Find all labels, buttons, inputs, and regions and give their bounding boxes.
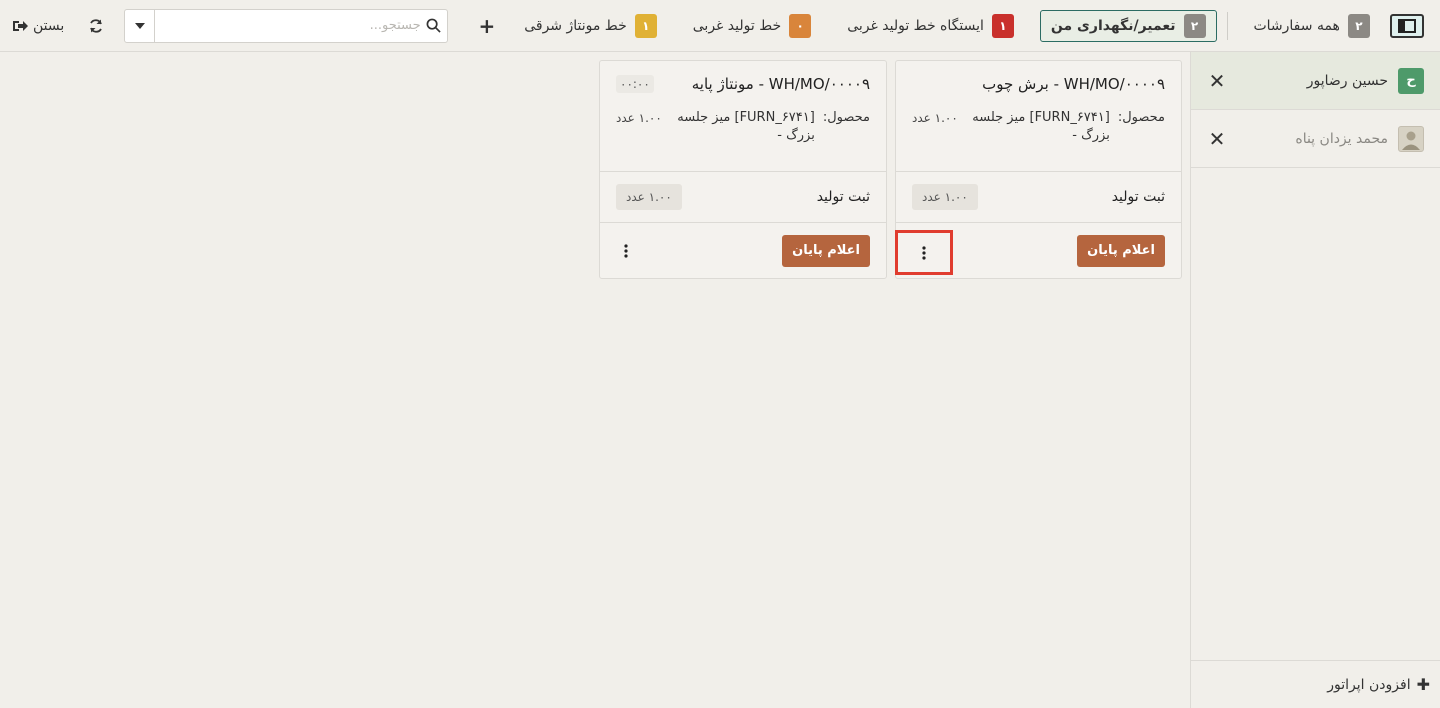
tab-label: ایستگاه خط تولید غربی xyxy=(847,17,984,34)
card-title: WH/MO/۰۰۰۰۹ - برش چوب xyxy=(982,75,1165,93)
step-row[interactable]: ثبت تولید ۱.۰۰ عدد xyxy=(600,172,886,223)
step-row[interactable]: ثبت تولید ۱.۰۰ عدد xyxy=(896,172,1181,223)
tab-badge: ۱ xyxy=(991,13,1014,38)
tab-label: خط تولید غربی xyxy=(692,17,782,34)
mark-done-button[interactable]: اعلام پایان xyxy=(782,234,870,267)
plus-icon: ✚ xyxy=(1416,675,1430,694)
card-menu-button[interactable] xyxy=(914,240,934,266)
product-name: [FURN_۶۷۴۱] میز جلسه بزرگ - xyxy=(972,110,1110,143)
step-label: ثبت تولید xyxy=(816,189,870,205)
operator-panel: ح حسین رضاپور ✕ محمد یزدان پناه ✕ ✚ افزو… xyxy=(1190,52,1440,708)
product-label: محصول: xyxy=(822,110,870,125)
tab-label: تعمیر/نگهداری من xyxy=(1050,17,1176,34)
search-icon xyxy=(421,18,447,33)
panel-toggle-icon xyxy=(1397,18,1416,33)
remove-operator-button[interactable]: ✕ xyxy=(1207,127,1227,151)
close-button[interactable]: بستن xyxy=(12,18,64,34)
refresh-button[interactable] xyxy=(82,11,110,41)
plus-icon: + xyxy=(478,13,496,38)
add-operator-label: افزودن اپراتور xyxy=(1327,676,1411,693)
operator-row[interactable]: ح حسین رضاپور ✕ xyxy=(1191,52,1440,110)
tab-badge: ۲ xyxy=(1183,13,1206,38)
tab-all-orders[interactable]: ۲ همه سفارشات xyxy=(1243,10,1379,42)
tab-label: خط مونتاژ شرقی xyxy=(524,17,627,34)
operator-row[interactable]: محمد یزدان پناه ✕ xyxy=(1191,110,1440,168)
product-qty: ۱.۰۰ عدد xyxy=(912,111,958,125)
close-icon: ✕ xyxy=(1208,126,1226,151)
tab-divider xyxy=(1226,11,1228,40)
close-label: بستن xyxy=(33,17,65,34)
user-photo-icon xyxy=(1402,131,1420,150)
card-header[interactable]: WH/MO/۰۰۰۰۹ - مونتاژ پایه ۰۰:۰۰ محصول: [… xyxy=(600,61,886,172)
top-bar: ۲ همه سفارشات ۲ تعمیر/نگهداری من ۱ ایستگ… xyxy=(0,0,1440,52)
step-label: ثبت تولید xyxy=(1111,189,1165,205)
mark-done-button[interactable]: اعلام پایان xyxy=(1077,234,1165,267)
panel-toggle-button[interactable] xyxy=(1389,13,1424,38)
step-qty: ۱.۰۰ عدد xyxy=(616,184,682,210)
add-operator-button[interactable]: ✚ افزودن اپراتور xyxy=(1191,660,1440,708)
add-work-center-button[interactable]: + xyxy=(476,14,499,38)
close-icon: ✕ xyxy=(1208,68,1226,93)
product-label: محصول: xyxy=(1117,110,1165,125)
remove-operator-button[interactable]: ✕ xyxy=(1207,69,1227,93)
card-header[interactable]: WH/MO/۰۰۰۰۹ - برش چوب محصول: [FURN_۶۷۴۱]… xyxy=(896,61,1181,172)
tab-west-production-line[interactable]: ۰ خط تولید غربی xyxy=(683,10,821,42)
tab-label: همه سفارشات xyxy=(1253,17,1340,34)
refresh-icon xyxy=(90,18,103,33)
search-options-button[interactable] xyxy=(125,9,156,42)
search-box xyxy=(124,8,448,43)
work-order-card: WH/MO/۰۰۰۰۹ - مونتاژ پایه ۰۰:۰۰ محصول: [… xyxy=(599,60,887,279)
timer: ۰۰:۰۰ xyxy=(616,75,654,93)
search-input[interactable] xyxy=(155,9,421,42)
product-name: [FURN_۶۷۴۱] میز جلسه بزرگ - xyxy=(677,110,815,143)
avatar: ح xyxy=(1398,67,1424,94)
tab-badge: ۲ xyxy=(1347,13,1370,38)
tab-my-maintenance[interactable]: ۲ تعمیر/نگهداری من xyxy=(1039,9,1217,42)
product-qty: ۱.۰۰ عدد xyxy=(616,111,662,125)
tab-east-assembly-line[interactable]: ۱ خط مونتاژ شرقی xyxy=(514,10,667,42)
more-vertical-icon xyxy=(922,245,926,260)
card-menu-highlight xyxy=(895,230,953,275)
tab-west-line-station[interactable]: ۱ ایستگاه خط تولید غربی xyxy=(837,10,1024,42)
sign-out-icon xyxy=(13,20,28,31)
tab-badge: ۱ xyxy=(634,13,657,38)
operator-name: محمد یزدان پناه xyxy=(1295,130,1388,147)
tab-badge: ۰ xyxy=(789,13,812,38)
step-qty: ۱.۰۰ عدد xyxy=(912,184,978,210)
card-menu-button[interactable] xyxy=(616,238,636,264)
card-footer: اعلام پایان xyxy=(600,223,886,278)
caret-down-icon xyxy=(134,22,145,29)
product-info: محصول: [FURN_۶۷۴۱] میز جلسه بزرگ - ۱.۰۰ … xyxy=(912,109,1165,145)
product-info: محصول: [FURN_۶۷۴۱] میز جلسه بزرگ - ۱.۰۰ … xyxy=(616,109,870,145)
avatar xyxy=(1398,125,1424,152)
operator-name: حسین رضاپور xyxy=(1306,72,1388,89)
card-title: WH/MO/۰۰۰۰۹ - مونتاژ پایه xyxy=(691,75,870,93)
more-vertical-icon xyxy=(624,243,628,258)
